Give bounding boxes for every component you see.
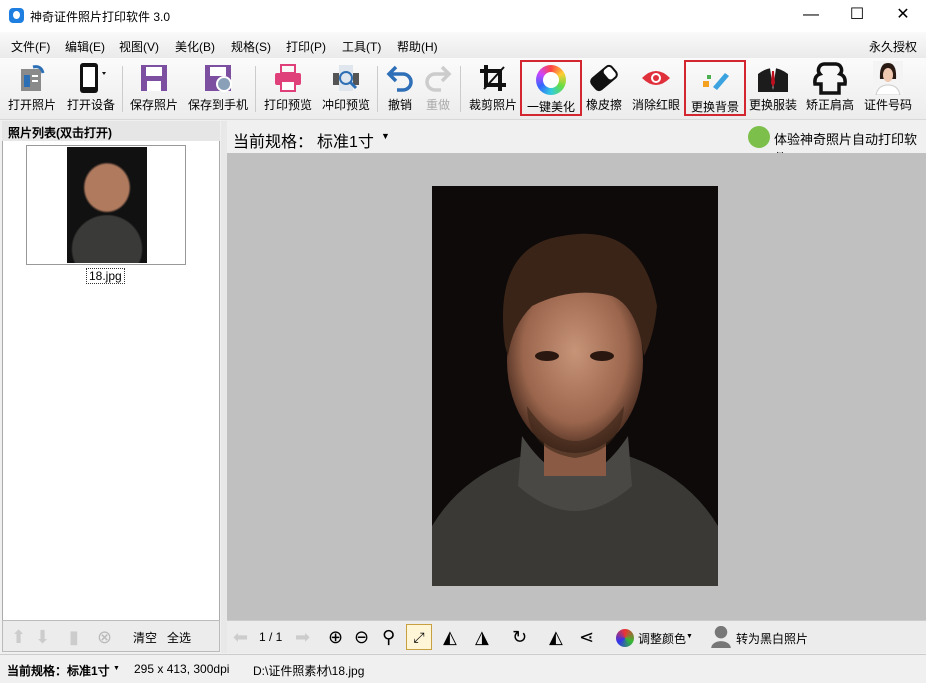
chevron-down-icon[interactable]: ▼ — [113, 665, 120, 672]
open-device-button[interactable]: 打开设备 — [64, 60, 118, 116]
menu-spec[interactable]: 规格(S) — [231, 38, 271, 55]
flip-vertical-icon[interactable]: ⋖ — [579, 627, 594, 647]
next-page-icon[interactable]: ➡ — [295, 627, 310, 647]
chevron-down-icon[interactable]: ▼ — [686, 633, 693, 640]
remove-icon[interactable]: ⊗ — [97, 627, 112, 647]
print-search-icon — [320, 60, 372, 96]
one-click-beautify-button[interactable]: 一键美化 — [520, 60, 582, 116]
shoulder-icon — [802, 60, 858, 96]
move-down-icon[interactable]: ⬇ — [35, 627, 50, 647]
rotate-icon[interactable]: ↻ — [512, 627, 527, 647]
color-ring-icon — [522, 62, 580, 98]
menu-bar: 文件(F) 编辑(E) 视图(V) 美化(B) 规格(S) 打印(P) 工具(T… — [0, 32, 926, 58]
zoom-out-icon[interactable]: ⊖ — [354, 627, 369, 647]
photo-list-title: 照片列表(双击打开) — [2, 121, 220, 141]
photo-list-toolbar: ⬆ ⬇ ▮ ⊗ 清空 全选 — [2, 620, 220, 652]
save-photo-button[interactable]: 保存照片 — [128, 60, 180, 116]
adjust-color-button[interactable]: 调整颜色 — [638, 630, 686, 647]
eraser-icon — [584, 60, 624, 96]
photo-thumbnail[interactable] — [26, 145, 186, 265]
person-icon — [711, 626, 731, 648]
status-size: 295 x 413, 300dpi — [134, 662, 230, 676]
id-number-button[interactable]: 证件号码 — [860, 60, 916, 116]
chevron-down-icon[interactable]: ▼ — [381, 131, 390, 141]
app-icon — [9, 8, 24, 23]
status-bar: 当前规格：标准1寸 ▼ 295 x 413, 300dpi D:\证件照素材\1… — [0, 654, 926, 683]
print-preview-button[interactable]: 打印预览 — [262, 60, 314, 116]
auto-print-icon — [748, 126, 770, 148]
menu-view[interactable]: 视图(V) — [119, 38, 159, 55]
develop-preview-button[interactable]: 冲印预览 — [320, 60, 372, 116]
rotate-right-icon[interactable]: ◮ — [475, 627, 489, 647]
move-up-icon[interactable]: ⬆ — [11, 627, 26, 647]
portrait-image — [432, 233, 718, 586]
to-black-white-button[interactable]: 转为黑白照片 — [736, 630, 808, 647]
menu-edit[interactable]: 编辑(E) — [65, 38, 105, 55]
minimize-button[interactable]: — — [788, 0, 834, 32]
status-path: D:\证件照素材\18.jpg — [253, 664, 365, 678]
edited-photo[interactable] — [432, 186, 718, 586]
remove-red-eye-button[interactable]: 消除红眼 — [628, 60, 684, 116]
change-clothes-button[interactable]: 更换服装 — [746, 60, 800, 116]
maximize-button[interactable]: ☐ — [834, 0, 880, 32]
crop-photo-button[interactable]: 裁剪照片 — [467, 60, 519, 116]
window-title: 神奇证件照片打印软件 3.0 — [30, 10, 171, 24]
flip-horizontal-icon[interactable]: ◭ — [549, 627, 563, 647]
menu-help[interactable]: 帮助(H) — [397, 38, 438, 55]
undo-icon — [384, 60, 416, 96]
page-indicator: 1 / 1 — [259, 630, 283, 644]
save-to-phone-button[interactable]: 保存到手机 — [186, 60, 250, 116]
spec-label: 当前规格： — [233, 134, 314, 151]
id-photo-icon — [860, 60, 916, 96]
menu-beautify[interactable]: 美化(B) — [175, 38, 215, 55]
phone-device-icon — [64, 60, 118, 96]
delete-file-icon[interactable]: ▮ — [69, 627, 79, 647]
rotate-left-icon[interactable]: ◭ — [443, 627, 457, 647]
undo-button[interactable]: 撤销 — [384, 60, 416, 116]
thumbnail-image — [67, 147, 147, 263]
eraser-button[interactable]: 橡皮擦 — [584, 60, 624, 116]
select-all-button[interactable]: 全选 — [167, 629, 191, 646]
prev-page-icon[interactable]: ⬅ — [233, 627, 248, 647]
zoom-in-icon[interactable]: ⊕ — [328, 627, 343, 647]
open-photo-button[interactable]: 打开照片 — [6, 60, 58, 116]
fit-window-icon[interactable]: ⤢ — [406, 624, 432, 650]
save-icon — [128, 60, 180, 96]
printer-icon — [262, 60, 314, 96]
clear-button[interactable]: 清空 — [133, 629, 157, 646]
main-header: 当前规格： 标准1寸 ▼ 体验神奇照片自动打印软件 — [227, 121, 926, 166]
suit-icon — [746, 60, 800, 96]
title-bar: 神奇证件照片打印软件 3.0 — ☐ ✕ — [0, 0, 926, 32]
change-background-icon — [686, 62, 744, 98]
change-background-button[interactable]: 更换背景 — [684, 60, 746, 116]
close-button[interactable]: ✕ — [880, 0, 926, 32]
crop-icon — [467, 60, 519, 96]
thumbnail-filename[interactable]: 18.jpg — [86, 268, 125, 284]
view-toolbar: ⬅ 1 / 1 ➡ ⊕ ⊖ ⚲ ⤢ ◭ ◮ ↻ ◭ ⋖ 调整颜色 ▼ 转为黑白照… — [227, 620, 926, 653]
zoom-actual-icon[interactable]: ⚲ — [382, 627, 395, 647]
main-toolbar: 打开照片 打开设备 保存照片 保存到手机 打印预览 冲印预览 撤销 重做 裁剪照… — [0, 58, 926, 120]
menu-print[interactable]: 打印(P) — [286, 38, 326, 55]
save-to-phone-icon — [186, 60, 250, 96]
open-photo-icon — [6, 60, 58, 96]
spec-selector[interactable]: 标准1寸 — [317, 128, 374, 152]
status-spec[interactable]: 当前规格：标准1寸 — [7, 662, 110, 679]
menu-tools[interactable]: 工具(T) — [342, 38, 381, 55]
eye-icon — [628, 60, 684, 96]
correct-shoulder-button[interactable]: 矫正肩高 — [802, 60, 858, 116]
redo-button[interactable]: 重做 — [422, 60, 454, 116]
menu-file[interactable]: 文件(F) — [11, 38, 50, 55]
redo-icon — [422, 60, 454, 96]
color-icon — [616, 629, 634, 647]
license-label: 永久授权 — [869, 40, 918, 54]
